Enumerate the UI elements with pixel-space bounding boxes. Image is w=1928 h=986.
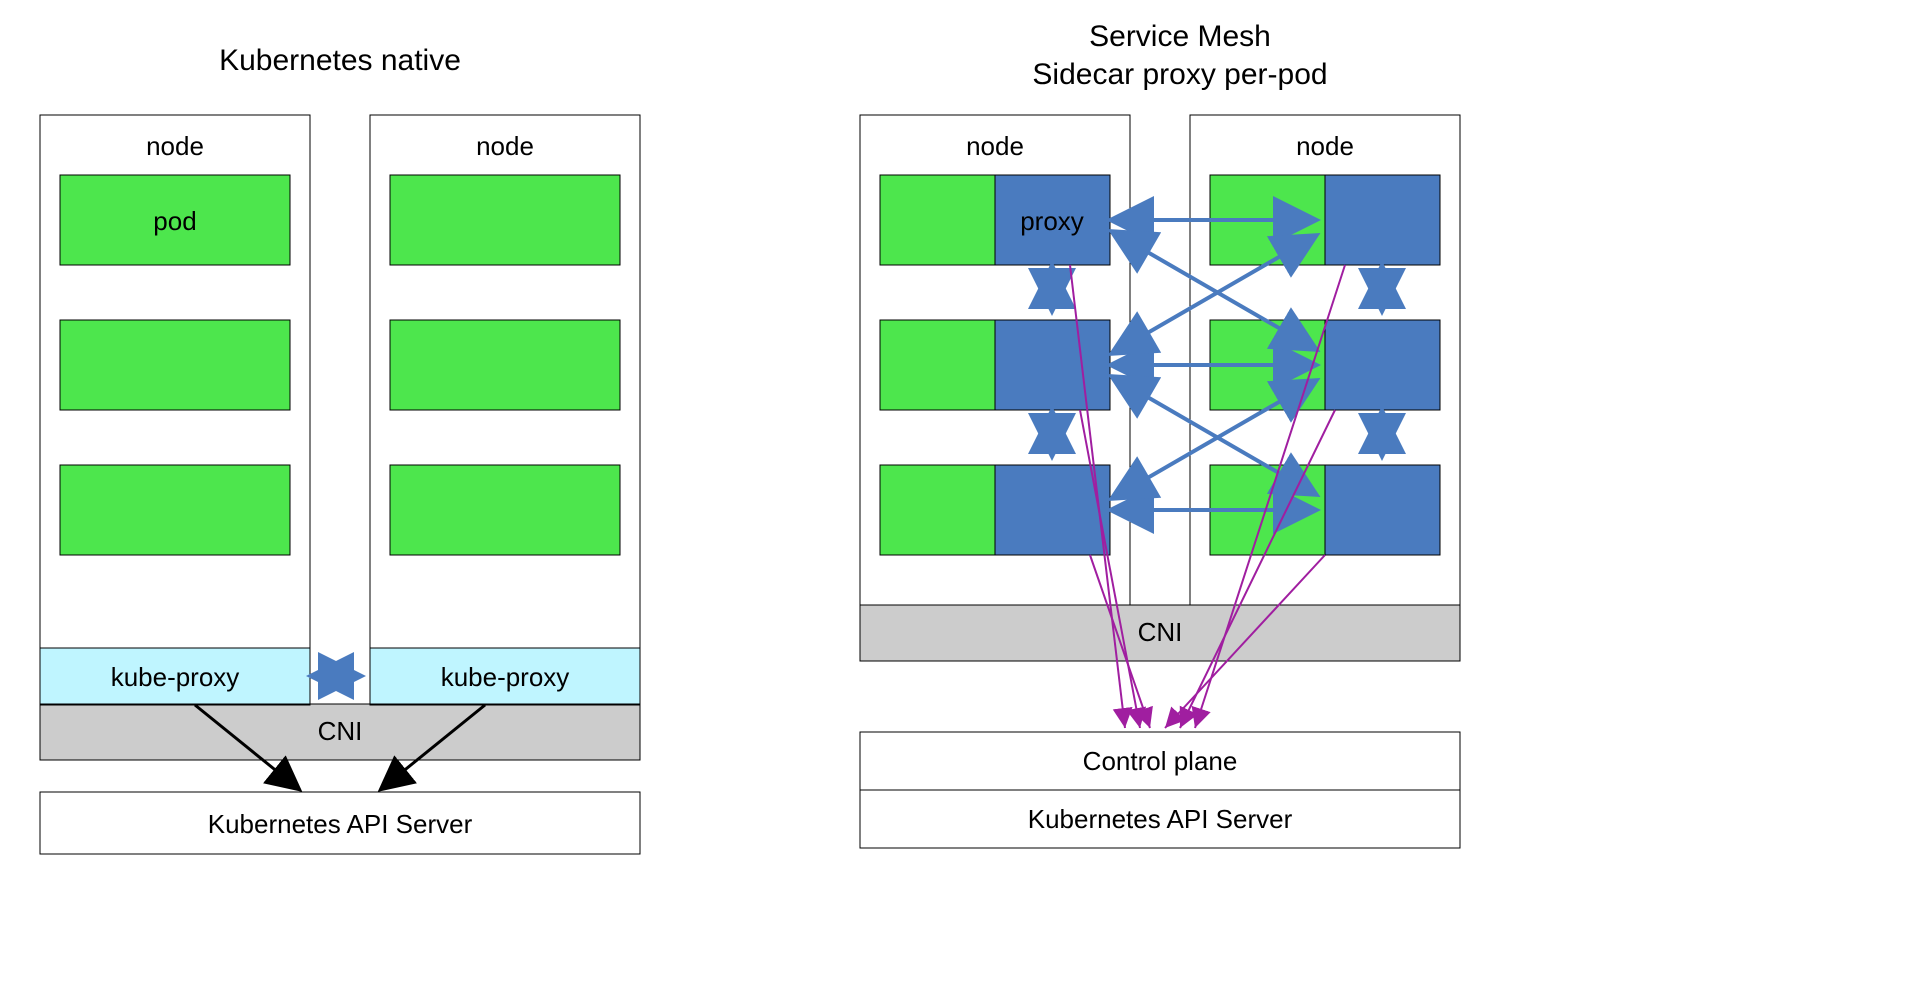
right-control-plane-label: Control plane xyxy=(1083,746,1238,776)
proxy xyxy=(1325,465,1440,555)
left-kubeproxy-b-label: kube-proxy xyxy=(441,662,570,692)
pod xyxy=(880,320,995,410)
pod xyxy=(390,175,620,265)
right-node-b-label: node xyxy=(1296,131,1354,161)
right-node-a-label: node xyxy=(966,131,1024,161)
left-kubeproxy-a-label: kube-proxy xyxy=(111,662,240,692)
pod xyxy=(60,320,290,410)
left-node-b-label: node xyxy=(476,131,534,161)
diagram-root: Kubernetes native CNI node pod kube-prox… xyxy=(0,0,1928,986)
left-title: Kubernetes native xyxy=(219,44,461,77)
right-api-server-label: Kubernetes API Server xyxy=(1028,804,1293,834)
left-diagram: Kubernetes native CNI node pod kube-prox… xyxy=(40,44,640,854)
pod xyxy=(880,465,995,555)
left-pod-label: pod xyxy=(153,206,196,236)
left-node-a: node pod kube-proxy xyxy=(40,115,310,705)
pod xyxy=(390,465,620,555)
right-diagram: Service Mesh Sidecar proxy per-pod node … xyxy=(860,20,1460,848)
pod xyxy=(390,320,620,410)
pod xyxy=(880,175,995,265)
left-api-server-label: Kubernetes API Server xyxy=(208,809,473,839)
right-proxy-label: proxy xyxy=(1020,206,1084,236)
left-cni-label: CNI xyxy=(318,716,363,746)
left-node-b: node kube-proxy xyxy=(370,115,640,705)
proxy xyxy=(1325,175,1440,265)
proxy xyxy=(1325,320,1440,410)
proxy xyxy=(995,320,1110,410)
pod xyxy=(60,465,290,555)
right-title-2: Sidecar proxy per-pod xyxy=(1032,58,1327,91)
right-cni-label: CNI xyxy=(1138,617,1183,647)
right-title-1: Service Mesh xyxy=(1089,20,1271,53)
left-node-a-label: node xyxy=(146,131,204,161)
